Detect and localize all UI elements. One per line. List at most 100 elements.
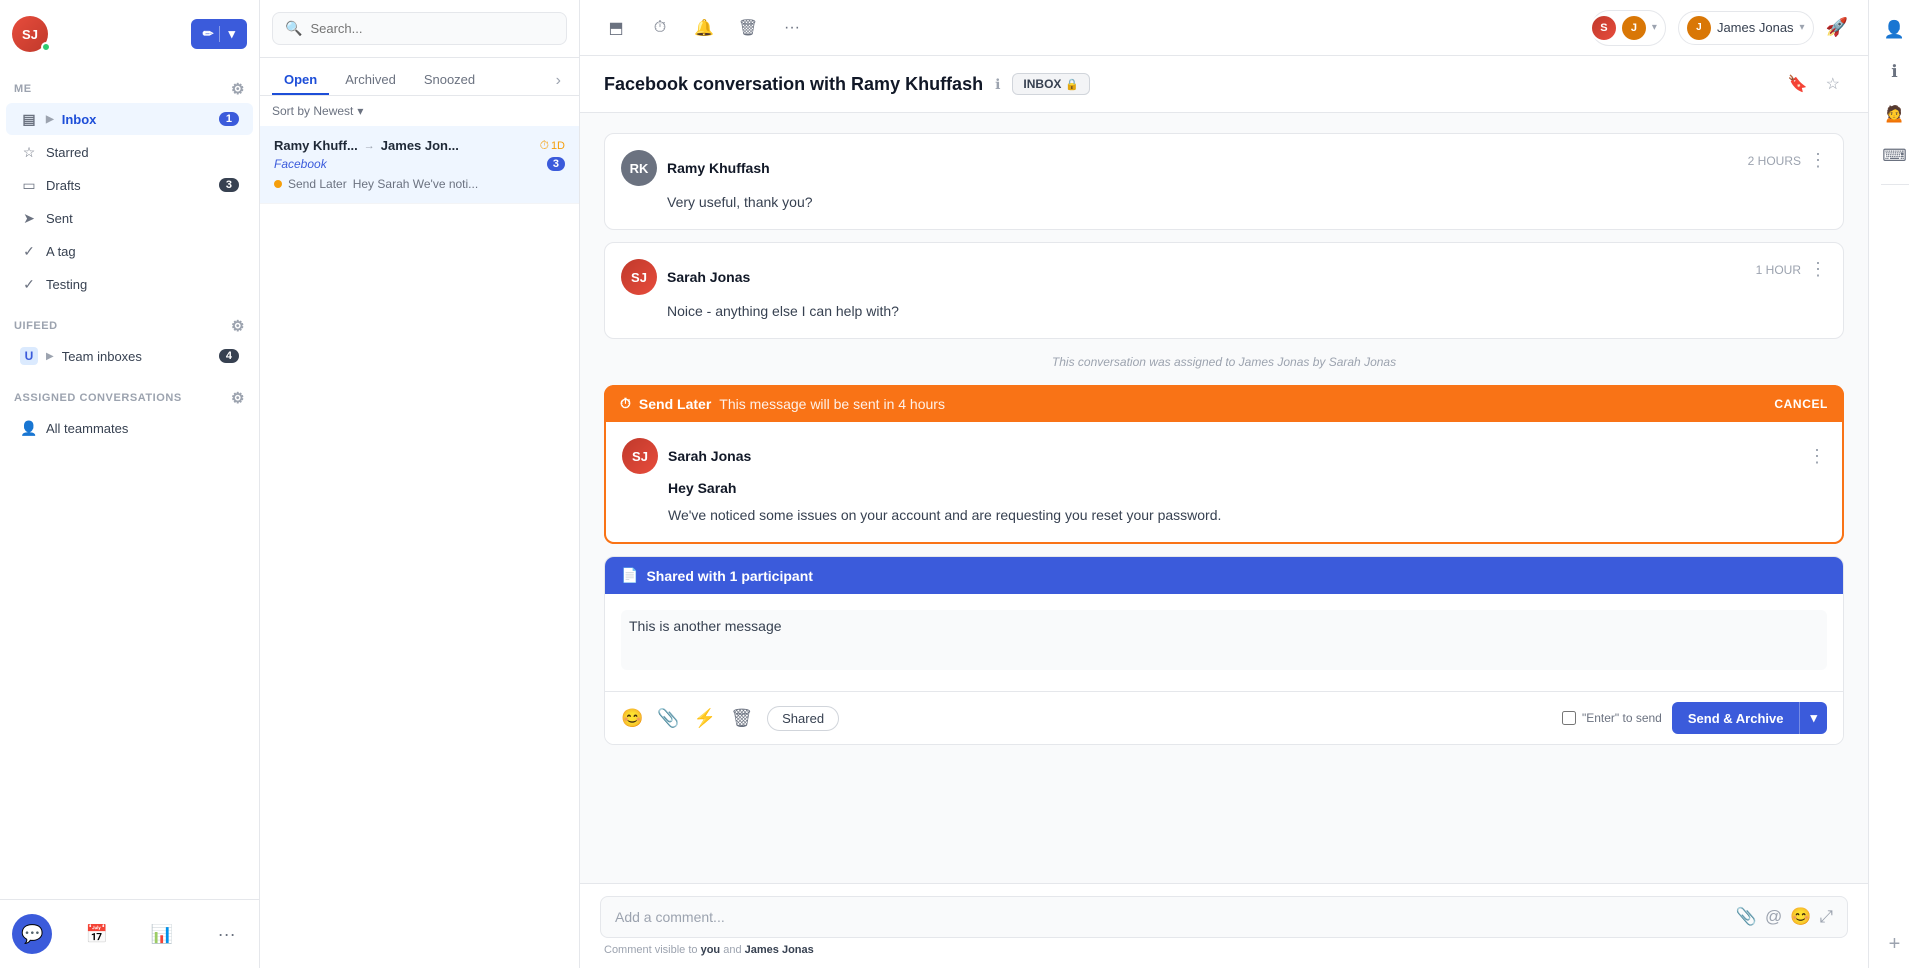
message-item: RK Ramy Khuffash 2 HOURS ⋮ Very useful, …: [604, 133, 1844, 230]
compose-button[interactable]: ✏ ▾: [191, 19, 247, 49]
message-header: RK Ramy Khuffash 2 HOURS ⋮: [621, 150, 1827, 186]
shared-footer-left: 😊 📎 ⚡ 🗑 Shared: [621, 706, 839, 731]
attachment-comment-icon[interactable]: 📎: [1736, 907, 1757, 927]
me-settings-icon[interactable]: ⚙: [231, 80, 245, 98]
sidebar-item-all-teammates[interactable]: 👤 All teammates: [6, 412, 253, 444]
conversation-title: Facebook conversation with Ramy Khuffash: [604, 74, 983, 95]
send-later-clock-icon: ⏱: [620, 395, 631, 412]
star-title-icon[interactable]: ☆: [1822, 70, 1844, 98]
header-user-btn[interactable]: J James Jonas ▾: [1678, 11, 1814, 45]
send-later-description: This message will be sent in 4 hours: [719, 396, 945, 412]
avatar-initials: RK: [630, 161, 649, 176]
msg-more-icon[interactable]: ⋮: [1809, 259, 1827, 280]
emoji-comment-icon[interactable]: 😊: [1790, 907, 1811, 927]
uifeed-section: uifeed ⚙ U ▶ Team inboxes 4: [0, 305, 259, 377]
tab-archived[interactable]: Archived: [333, 66, 408, 95]
send-archive-btn[interactable]: Send & Archive ▾: [1672, 702, 1827, 734]
footer-trash-icon[interactable]: 🗑: [730, 708, 753, 729]
sl-more-icon[interactable]: ⋮: [1808, 446, 1826, 467]
send-archive-chevron[interactable]: ▾: [1799, 702, 1827, 734]
bell-btn[interactable]: 🔔: [688, 12, 720, 44]
msg-time: 2 HOURS: [1748, 154, 1801, 168]
sort-label: Sort by Newest: [272, 104, 353, 118]
shared-message-input[interactable]: This is another message: [621, 610, 1827, 670]
sidebar-item-a-tag[interactable]: ✓ A tag: [6, 235, 253, 267]
conv-item[interactable]: Ramy Khuff... → James Jon... ⏱ 1D Facebo…: [260, 126, 579, 204]
stats-bottom-btn[interactable]: 📊: [142, 914, 182, 954]
expand-icon[interactable]: ⤢: [1819, 907, 1833, 927]
enter-send-checkbox[interactable]: [1562, 711, 1576, 725]
sidebar-item-team-inboxes[interactable]: U ▶ Team inboxes 4: [6, 340, 253, 372]
info-btn[interactable]: ℹ: [1877, 54, 1913, 90]
msg-more-icon[interactable]: ⋮: [1809, 150, 1827, 171]
comment-note-user: James Jonas: [745, 944, 814, 956]
user-avatar[interactable]: SJ: [12, 16, 48, 52]
tab-open[interactable]: Open: [272, 66, 329, 95]
send-archive-label: Send & Archive: [1672, 703, 1800, 734]
search-icon: 🔍: [285, 20, 302, 37]
conv-timer: ⏱ 1D: [540, 138, 565, 153]
attachment-icon[interactable]: 📎: [657, 708, 679, 729]
trash-btn[interactable]: 🗑: [732, 12, 764, 44]
comment-input[interactable]: [615, 909, 1726, 925]
send-later-preview: Hey Sarah We've noti...: [353, 177, 478, 191]
shared-doc-icon: 📄: [621, 567, 638, 584]
more-btn[interactable]: ···: [776, 12, 808, 44]
header-user-chevron: ▾: [1800, 22, 1805, 33]
conv-sender: Ramy Khuff...: [274, 138, 358, 153]
clock-btn[interactable]: ⏱: [644, 12, 676, 44]
search-box[interactable]: 🔍: [272, 12, 567, 45]
msg-sender-name: Ramy Khuffash: [667, 160, 770, 176]
contact-details-btn[interactable]: 👤: [1877, 12, 1913, 48]
archive-btn[interactable]: ⬒: [600, 12, 632, 44]
assigned-settings-icon[interactable]: ⚙: [231, 389, 245, 407]
conv-sort[interactable]: Sort by Newest ▾: [260, 96, 579, 126]
title-info-icon[interactable]: ℹ: [995, 76, 1000, 93]
sidebar-item-inbox[interactable]: ▤ ▶ Inbox 1: [6, 103, 253, 135]
sidebar-item-starred[interactable]: ☆ Starred: [6, 136, 253, 168]
tab-more-icon[interactable]: ›: [550, 68, 567, 94]
right-sidebar-add-btn[interactable]: +: [1889, 933, 1901, 956]
format-icon[interactable]: ⚡: [694, 708, 716, 729]
inbox-icon: ▤: [20, 110, 38, 128]
drafts-badge: 3: [219, 178, 239, 192]
cancel-send-later-btn[interactable]: CANCEL: [1774, 397, 1828, 411]
uifeed-settings-icon[interactable]: ⚙: [231, 317, 245, 335]
sidebar-item-label: Sent: [46, 211, 73, 226]
header-avatar-group[interactable]: S J ▾: [1591, 10, 1666, 46]
tab-snoozed[interactable]: Snoozed: [412, 66, 487, 95]
message-header: SJ Sarah Jonas 1 HOUR ⋮: [621, 259, 1827, 295]
conv-item-header: Ramy Khuff... → James Jon... ⏱ 1D: [274, 138, 565, 153]
me-label: Me ⚙: [0, 72, 259, 102]
sidebar-item-label: Inbox: [62, 112, 97, 127]
conv-arrow: →: [364, 140, 375, 152]
send-later-label: Send Later: [288, 177, 347, 191]
sidebar-item-testing[interactable]: ✓ Testing: [6, 268, 253, 300]
search-input[interactable]: [310, 21, 554, 36]
inbox-badge-label: INBOX: [1023, 77, 1061, 91]
bookmark-icon[interactable]: 🔖: [1784, 70, 1812, 98]
sidebar-item-drafts[interactable]: ▭ Drafts 3: [6, 169, 253, 201]
mention-icon[interactable]: @: [1765, 907, 1782, 927]
sidebar-item-sent[interactable]: ➤ Sent: [6, 202, 253, 234]
avatar-initials: SJ: [631, 270, 647, 285]
team-inboxes-badge: 4: [219, 349, 239, 363]
inbox-chevron: ▶: [46, 114, 54, 125]
conv-list-header: 🔍: [260, 0, 579, 58]
conversation-list: 🔍 Open Archived Snoozed › Sort by Newest…: [260, 0, 580, 968]
emoji-icon[interactable]: 😊: [621, 708, 643, 729]
header-avatar-j: J: [1620, 14, 1648, 42]
sidebar: SJ ✏ ▾ Me ⚙ ▤ ▶ Inbox 1 ☆ Starred ▭ Draf…: [0, 0, 260, 968]
header-user-name: James Jonas: [1717, 20, 1794, 35]
more-bottom-btn[interactable]: ···: [207, 914, 247, 954]
main-content: ⬒ ⏱ 🔔 🗑 ··· S J ▾ J James Jonas ▾ 🚀 Face…: [580, 0, 1868, 968]
main-title-bar: Facebook conversation with Ramy Khuffash…: [580, 56, 1868, 113]
calendar-bottom-btn[interactable]: 📅: [77, 914, 117, 954]
header-compose-icon[interactable]: 🚀: [1826, 17, 1848, 38]
person-btn[interactable]: 🙍: [1877, 96, 1913, 132]
comment-note: Comment visible to you and James Jonas: [600, 944, 1848, 956]
keyboard-btn[interactable]: ⌨: [1877, 138, 1913, 174]
shared-badge[interactable]: Shared: [767, 706, 839, 731]
messages-bottom-btn[interactable]: 💬: [12, 914, 52, 954]
send-later-body-header: SJ Sarah Jonas ⋮: [622, 438, 1826, 474]
